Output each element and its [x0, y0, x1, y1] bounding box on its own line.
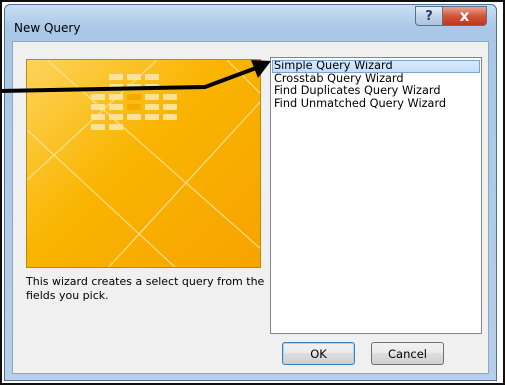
wizard-description: This wizard creates a select query from …	[26, 275, 265, 302]
caption-buttons: ? x	[415, 6, 487, 26]
cancel-button[interactable]: Cancel	[371, 342, 444, 365]
list-item-find-unmatched-query-wizard[interactable]: Find Unmatched Query Wizard	[272, 97, 480, 111]
wizard-listbox[interactable]: Simple Query Wizard Crosstab Query Wizar…	[270, 57, 482, 334]
dialog-title: New Query	[14, 21, 81, 35]
help-button[interactable]: ?	[415, 6, 443, 26]
title-bar[interactable]: New Query ? x	[5, 5, 496, 41]
list-item-find-duplicates-query-wizard[interactable]: Find Duplicates Query Wizard	[272, 84, 480, 98]
new-query-dialog: New Query ? x This wizard creates a sele…	[4, 4, 497, 381]
query-grid-illustration	[27, 60, 260, 267]
list-item-simple-query-wizard[interactable]: Simple Query Wizard	[272, 59, 480, 73]
wizard-preview-image	[26, 59, 261, 268]
help-icon: ?	[425, 8, 433, 24]
ok-button[interactable]: OK	[282, 342, 355, 365]
close-button[interactable]: x	[443, 6, 487, 26]
close-icon: x	[459, 7, 470, 25]
dialog-body: This wizard creates a select query from …	[12, 41, 489, 374]
